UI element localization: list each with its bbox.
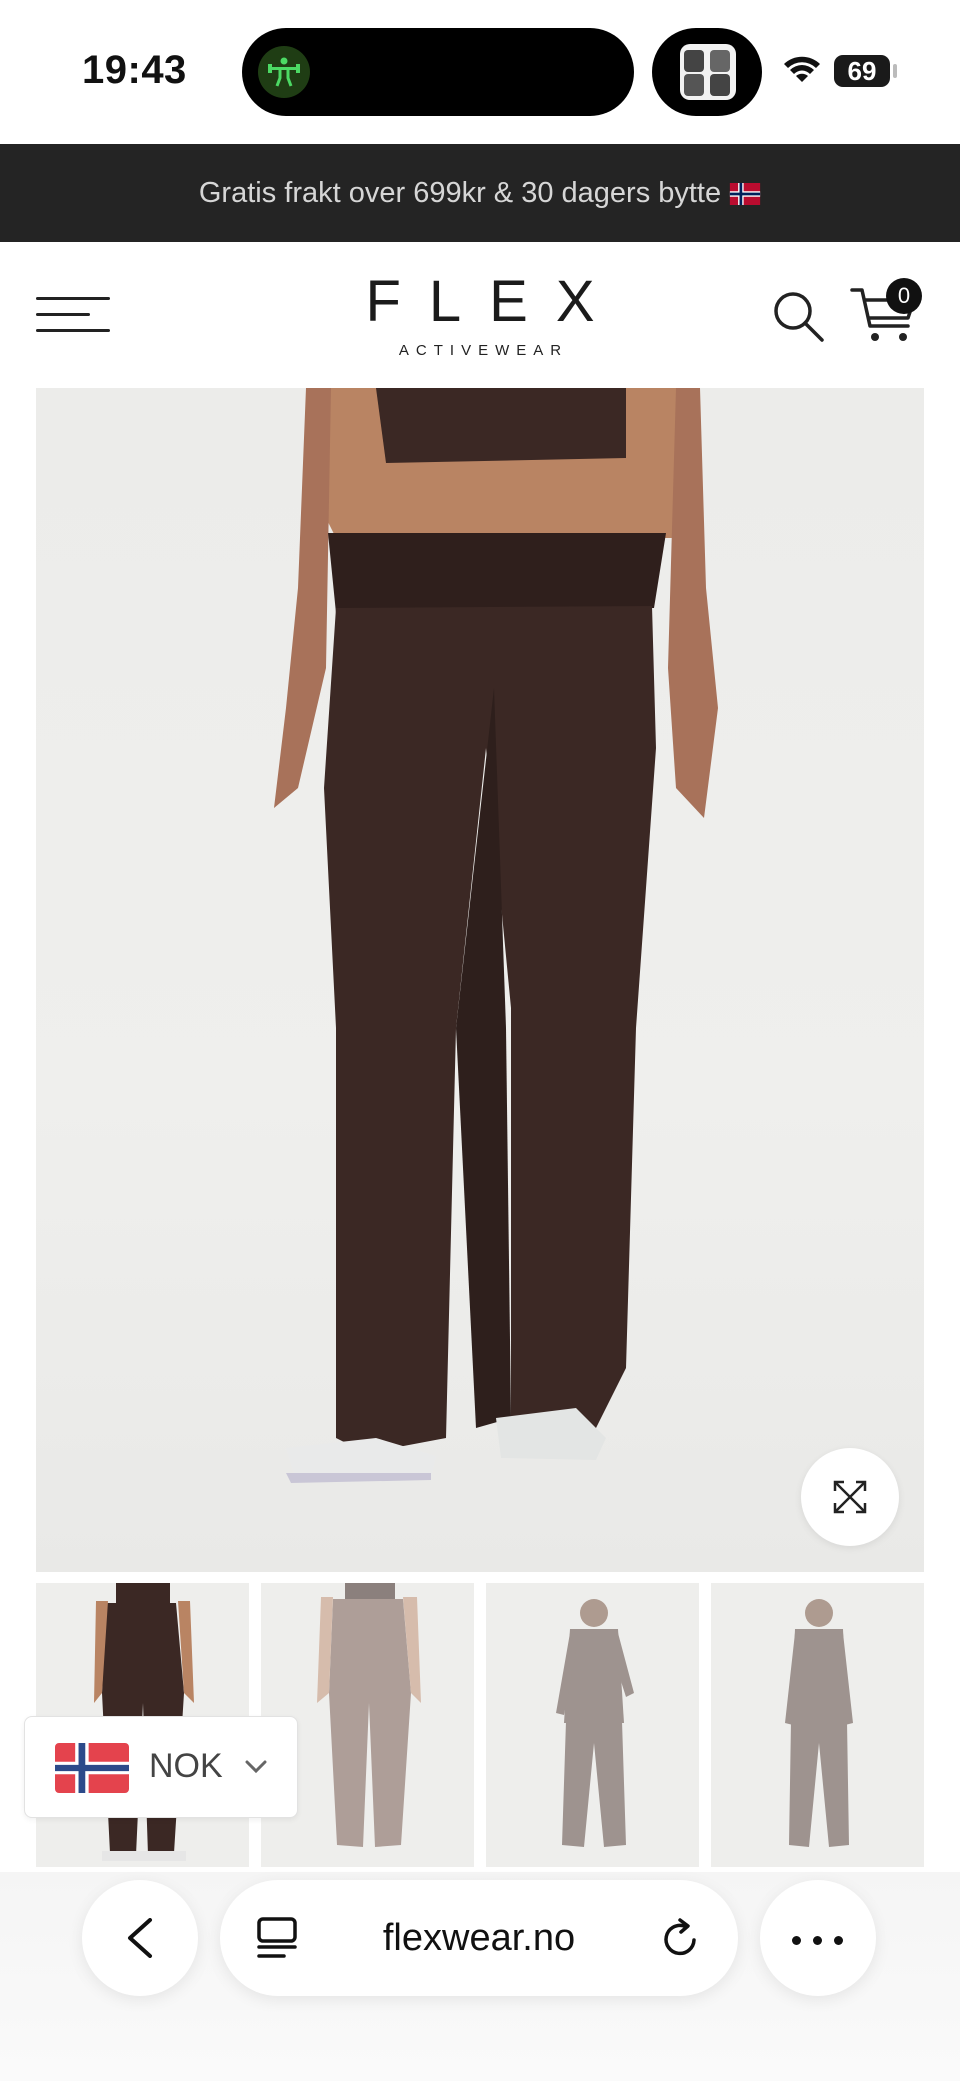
logo-sub: ACTIVEWEAR <box>398 342 569 359</box>
back-chevron-icon[interactable] <box>82 1880 198 1996</box>
logo-main: FLEX <box>365 269 623 334</box>
status-bar: 19:43 69 <box>0 0 960 144</box>
chevron-down-icon <box>245 1760 267 1774</box>
product-photo <box>274 388 718 1483</box>
product-main-image[interactable] <box>36 388 924 1572</box>
search-icon[interactable] <box>770 288 826 344</box>
promo-text: Gratis frakt over 699kr & 30 dagers bytt… <box>198 177 722 209</box>
battery-cap <box>893 64 897 78</box>
more-icon[interactable] <box>760 1880 876 1996</box>
battery-icon: 69 <box>834 55 890 87</box>
promo-banner[interactable]: Gratis frakt over 699kr & 30 dagers bytt… <box>0 144 960 242</box>
currency-selector[interactable]: NOK <box>24 1716 298 1818</box>
fitness-activity-icon <box>258 46 310 98</box>
norway-flag-icon <box>730 183 761 205</box>
wifi-icon <box>784 56 820 82</box>
hamburger-menu-icon[interactable] <box>36 292 112 338</box>
thumbnail-item-4[interactable] <box>711 1583 924 1867</box>
now-playing-album-icon <box>680 44 736 100</box>
dynamic-island[interactable] <box>242 28 634 116</box>
cart-count-badge: 0 <box>886 278 922 314</box>
site-logo[interactable]: FLEX ACTIVEWEAR <box>330 269 630 360</box>
norway-flag-icon <box>55 1743 129 1793</box>
site-header: FLEX ACTIVEWEAR <box>0 242 960 388</box>
currency-code: NOK <box>149 1747 223 1785</box>
expand-icon[interactable] <box>801 1448 899 1546</box>
reload-icon[interactable] <box>660 1918 702 1960</box>
now-playing-island[interactable] <box>652 28 762 116</box>
address-bar[interactable]: flexwear.no <box>220 1880 738 1996</box>
thumbnail-item-3[interactable] <box>486 1583 699 1867</box>
status-time: 19:43 <box>82 48 187 92</box>
